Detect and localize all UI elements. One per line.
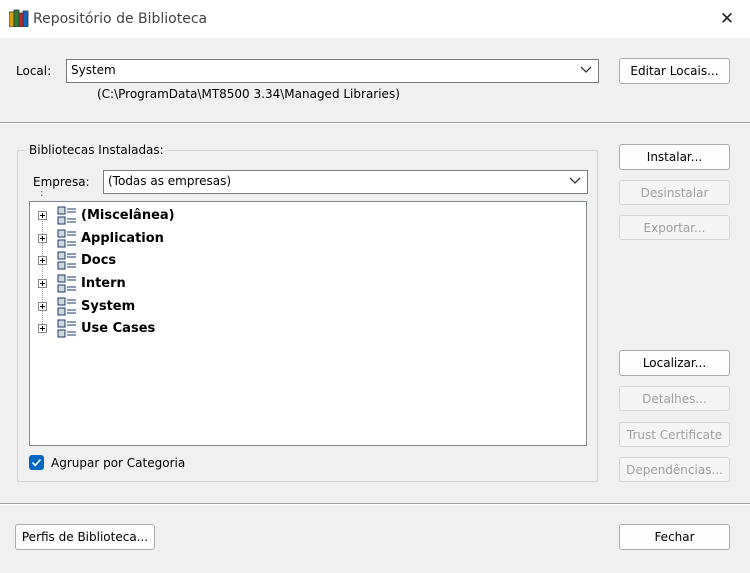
- close-button[interactable]: Fechar: [619, 524, 730, 550]
- install-button[interactable]: Instalar...: [619, 144, 730, 170]
- focus-dots: :: [40, 188, 44, 199]
- tree-item-label: Use Cases: [81, 321, 156, 336]
- tree-item-label: Application: [81, 231, 164, 246]
- group-by-category-label[interactable]: Agrupar por Categoria: [51, 456, 185, 470]
- title-bar: Repositório de Biblioteca ✕: [0, 0, 750, 38]
- checkmark-icon: [31, 458, 42, 467]
- company-label: Empresa:: [33, 175, 90, 189]
- edit-locations-button[interactable]: Editar Locais...: [619, 58, 730, 84]
- export-button[interactable]: Exportar...: [619, 215, 730, 240]
- company-select-value: (Todas as empresas): [108, 174, 232, 188]
- library-profiles-button[interactable]: Perfis de Biblioteca...: [15, 524, 155, 550]
- local-label: Local:: [16, 64, 52, 78]
- window-title: Repositório de Biblioteca: [33, 11, 208, 27]
- uninstall-button[interactable]: Desinstalar: [619, 180, 730, 205]
- library-app-icon: [9, 9, 29, 27]
- company-select[interactable]: (Todas as empresas): [103, 170, 588, 194]
- close-icon: ✕: [719, 9, 735, 29]
- installed-libraries-title: Bibliotecas Instaladas:: [27, 143, 166, 157]
- library-icon: [57, 229, 76, 248]
- expand-icon[interactable]: [38, 211, 47, 220]
- expand-icon[interactable]: [38, 324, 47, 333]
- expand-icon[interactable]: [38, 256, 47, 265]
- tree-item-application[interactable]: Application: [30, 228, 330, 248]
- tree-item-intern[interactable]: Intern: [30, 273, 330, 293]
- tree-item-miscelanea[interactable]: (Miscelânea): [30, 205, 330, 225]
- tree-item-label: Intern: [81, 276, 126, 291]
- trust-certificate-button[interactable]: Trust Certificate: [619, 422, 730, 447]
- close-window-button[interactable]: ✕: [704, 0, 750, 38]
- group-by-category-checkbox[interactable]: [29, 455, 44, 470]
- details-button[interactable]: Detalhes...: [619, 386, 730, 411]
- tree-item-docs[interactable]: Docs: [30, 250, 330, 270]
- library-icon: [57, 274, 76, 293]
- tree-item-system[interactable]: System: [30, 296, 330, 316]
- expand-icon[interactable]: [38, 234, 47, 243]
- locate-button[interactable]: Localizar...: [619, 350, 730, 376]
- library-icon: [57, 297, 76, 316]
- library-icon: [57, 251, 76, 270]
- expand-icon[interactable]: [38, 302, 47, 311]
- chevron-down-icon: [569, 177, 581, 184]
- tree-item-label: System: [81, 299, 136, 314]
- expand-icon[interactable]: [38, 279, 47, 288]
- library-tree[interactable]: (Miscelânea) Application Docs Intern Sys…: [29, 201, 587, 446]
- tree-item-use-cases[interactable]: Use Cases: [30, 318, 330, 338]
- library-icon: [57, 319, 76, 338]
- library-icon: [57, 206, 76, 225]
- local-select[interactable]: System: [66, 59, 599, 83]
- dependencies-button[interactable]: Dependências...: [619, 457, 730, 482]
- tree-item-label: (Miscelânea): [81, 208, 175, 223]
- local-select-value: System: [71, 63, 116, 77]
- local-path: (C:\ProgramData\MT8500 3.34\Managed Libr…: [97, 87, 400, 101]
- chevron-down-icon: [580, 66, 592, 73]
- tree-item-label: Docs: [81, 253, 117, 268]
